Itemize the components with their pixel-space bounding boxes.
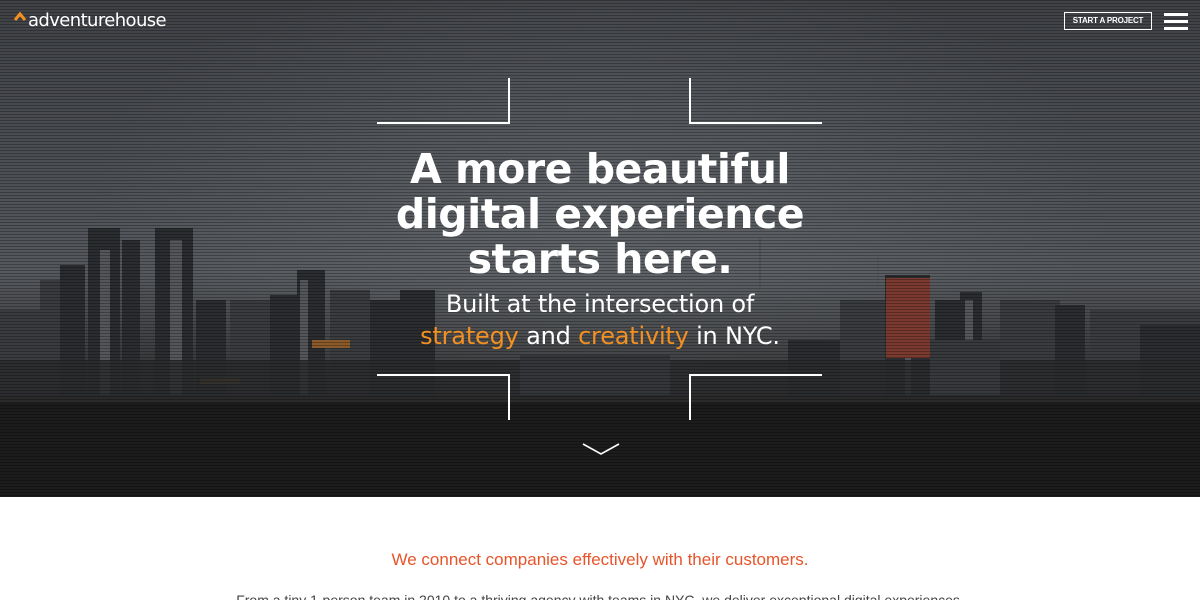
hero-subheadline: Built at the intersection of strategy an…: [300, 288, 900, 352]
hamburger-menu-icon[interactable]: [1164, 13, 1188, 30]
chevron-down-icon[interactable]: [582, 442, 620, 456]
frame-corner-bottom-right: [689, 374, 822, 420]
menu-bar: [1164, 27, 1188, 30]
start-project-button[interactable]: START A PROJECT: [1064, 12, 1152, 30]
logo-text: adventurehouse: [28, 9, 167, 31]
headline-line-3: starts here.: [467, 235, 733, 283]
headline-line-1: A more beautiful: [410, 145, 790, 193]
menu-bar: [1164, 20, 1188, 23]
hero-headline: A more beautiful digital experience star…: [300, 147, 900, 282]
section-tagline: We connect companies effectively with th…: [391, 550, 809, 569]
frame-corner-top-right: [689, 78, 822, 124]
headline-line-2: digital experience: [395, 190, 805, 238]
accent-word-strategy: strategy: [420, 322, 519, 350]
subheadline-line-1: Built at the intersection of: [445, 290, 755, 318]
intro-paragraph: From a tiny 1-person team in 2010 to a t…: [236, 592, 964, 600]
menu-bar: [1164, 13, 1188, 16]
frame-corner-top-left: [377, 78, 510, 124]
frame-corner-bottom-left: [377, 374, 510, 420]
hero-section: adventurehouse START A PROJECT A more be…: [0, 0, 1200, 497]
caret-up-logo-icon: [13, 11, 27, 21]
subheadline-and: and: [518, 322, 579, 350]
subheadline-end: in NYC.: [688, 322, 780, 350]
logo[interactable]: adventurehouse: [13, 9, 167, 31]
accent-word-creativity: creativity: [578, 322, 689, 350]
